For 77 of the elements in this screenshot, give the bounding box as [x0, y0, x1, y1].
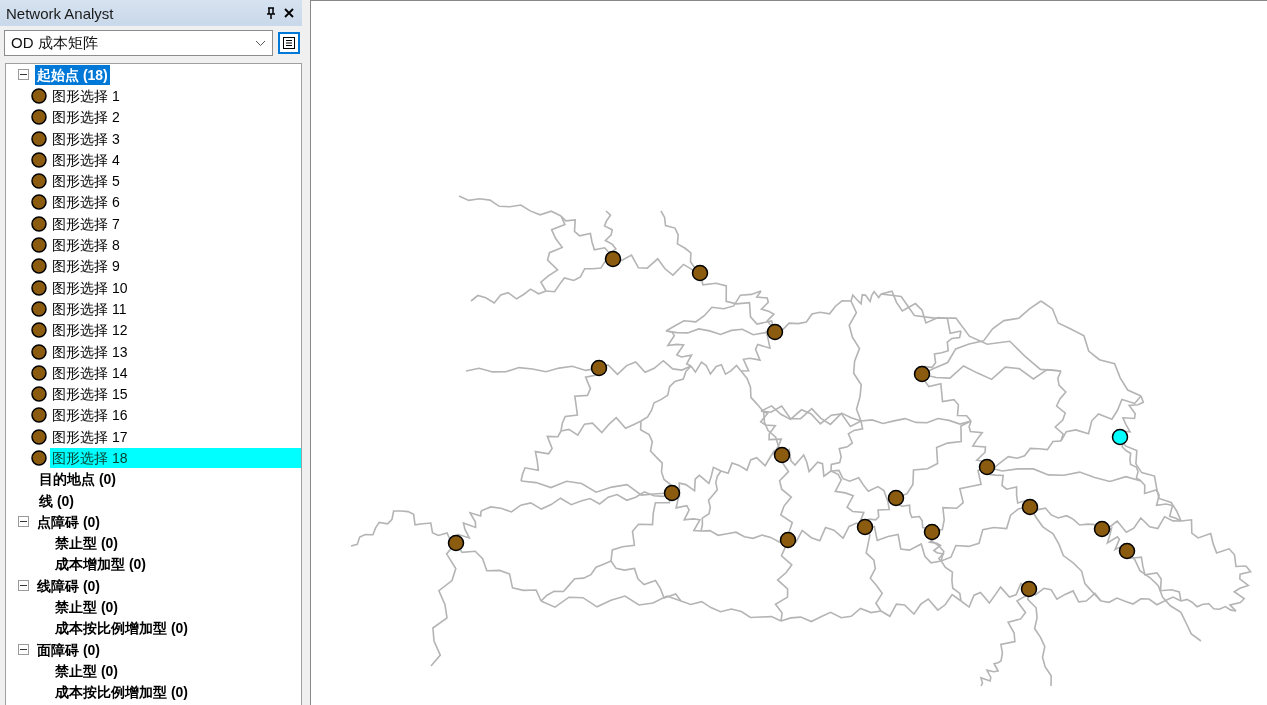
- stop-marker[interactable]: [604, 250, 622, 268]
- tree-item[interactable]: 图形选择 13: [50, 341, 130, 362]
- tree-item[interactable]: 成本按比例增加型 (0): [53, 682, 190, 703]
- tree-item[interactable]: 线障碍 (0): [35, 575, 102, 596]
- tree-item[interactable]: 线 (0): [37, 490, 76, 511]
- stop-marker[interactable]: [779, 531, 797, 549]
- stop-point-icon: [31, 343, 47, 360]
- stop-marker[interactable]: [887, 489, 905, 507]
- tree-item[interactable]: 禁止型 (0): [53, 660, 120, 681]
- tree-item[interactable]: 图形选择 17: [50, 426, 130, 447]
- tree-item[interactable]: 图形选择 6: [50, 192, 122, 213]
- stop-point-icon: [31, 279, 47, 296]
- chevron-down-icon: [255, 39, 266, 47]
- stop-point-icon: [31, 450, 47, 466]
- tree-item[interactable]: 图形选择 3: [50, 128, 122, 149]
- stop-point-icon: [31, 215, 47, 232]
- stop-marker[interactable]: [447, 534, 465, 552]
- tree-item[interactable]: 图形选择 14: [50, 362, 130, 383]
- stop-marker[interactable]: [773, 446, 791, 464]
- tree-item[interactable]: 图形选择 16: [50, 405, 130, 426]
- stop-point-icon: [31, 130, 47, 147]
- tree-item[interactable]: 点障碍 (0): [35, 511, 102, 532]
- tree-item[interactable]: 图形选择 8: [50, 235, 122, 255]
- stop-point-icon: [31, 386, 47, 403]
- stop-marker[interactable]: [1093, 520, 1111, 538]
- stop-point-icon: [31, 87, 47, 104]
- stop-marker[interactable]: [1111, 428, 1129, 446]
- tree-item[interactable]: 图形选择 9: [50, 256, 122, 277]
- stop-point-icon: [31, 428, 47, 445]
- pin-icon[interactable]: [264, 6, 278, 20]
- stop-marker[interactable]: [913, 365, 931, 383]
- stop-point-icon: [31, 109, 47, 126]
- tree-item[interactable]: 面障碍 (0): [35, 639, 102, 660]
- tree-item[interactable]: 图形选择 1: [50, 85, 122, 106]
- stop-marker[interactable]: [691, 264, 709, 282]
- stop-marker[interactable]: [856, 518, 874, 536]
- panel-title: Network Analyst: [6, 4, 115, 22]
- stop-point-icon: [31, 300, 47, 317]
- tree-item[interactable]: 图形选择 15: [50, 384, 130, 405]
- tree-item[interactable]: 成本按比例增加型 (0): [53, 618, 190, 639]
- list-icon: [283, 37, 295, 49]
- stop-point-icon: [31, 258, 47, 275]
- collapse-toggle[interactable]: [18, 516, 29, 528]
- stop-point-icon: [31, 194, 47, 211]
- stop-marker[interactable]: [766, 323, 784, 341]
- tree-item[interactable]: 成本增加型 (0): [53, 554, 148, 575]
- tree-item[interactable]: 图形选择 18: [50, 448, 301, 468]
- tree-item[interactable]: 图形选择 10: [50, 277, 130, 298]
- tree-item[interactable]: 禁止型 (0): [53, 597, 120, 618]
- stop-marker[interactable]: [1118, 542, 1136, 560]
- tree-item[interactable]: 图形选择 7: [50, 213, 122, 234]
- stop-marker[interactable]: [1020, 580, 1038, 598]
- collapse-toggle[interactable]: [18, 580, 29, 592]
- stop-marker[interactable]: [978, 458, 996, 476]
- properties-button[interactable]: [278, 32, 300, 54]
- collapse-toggle[interactable]: [18, 644, 29, 656]
- stop-marker[interactable]: [590, 359, 608, 377]
- analysis-dropdown[interactable]: OD 成本矩阵: [4, 30, 273, 56]
- stop-point-icon: [31, 322, 47, 339]
- stop-point-icon: [31, 151, 47, 168]
- tree-item[interactable]: 禁止型 (0): [53, 533, 120, 554]
- stop-marker[interactable]: [663, 484, 681, 502]
- stop-point-icon: [31, 173, 47, 190]
- tree-item[interactable]: 图形选择 5: [50, 171, 122, 192]
- tree-item[interactable]: 图形选择 4: [50, 149, 122, 170]
- stop-marker[interactable]: [1021, 498, 1039, 516]
- stop-point-icon: [31, 237, 47, 253]
- tree-item[interactable]: 图形选择 12: [50, 320, 130, 341]
- tree-item[interactable]: 图形选择 11: [50, 298, 129, 319]
- stop-point-icon: [31, 364, 47, 381]
- tree-item[interactable]: 图形选择 2: [50, 107, 122, 128]
- collapse-toggle[interactable]: [18, 69, 29, 81]
- tree-item[interactable]: 起始点 (18): [35, 64, 110, 85]
- close-icon[interactable]: [282, 6, 296, 20]
- stop-point-icon: [31, 407, 47, 424]
- tree-item[interactable]: 目的地点 (0): [37, 469, 118, 490]
- stop-marker[interactable]: [923, 523, 941, 541]
